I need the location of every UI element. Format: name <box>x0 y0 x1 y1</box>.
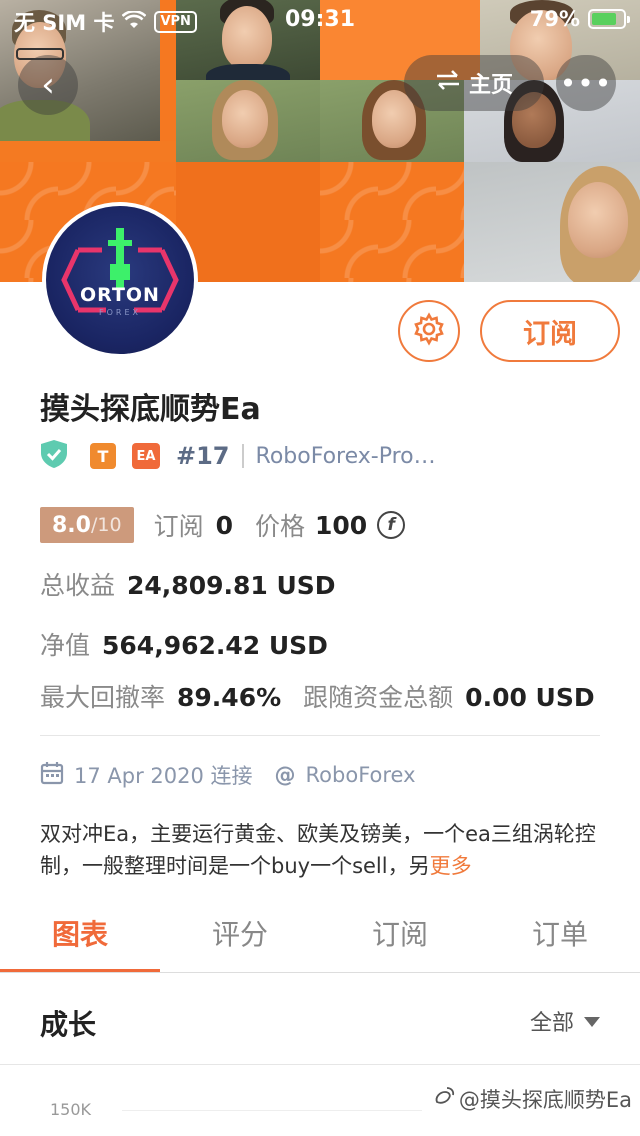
tab-chart[interactable]: 图表 <box>0 895 160 973</box>
strategy-description: 双对冲Ea，主要运行黄金、欧美及镑美，一个ea三组涡轮控制，一般整理时间是一个b… <box>40 818 610 882</box>
divider <box>241 444 244 468</box>
drawdown-row: 最大回撤率 89.46% 跟随资金总额 0.00 USD <box>40 678 595 714</box>
follow-funds-value: 0.00 USD <box>465 683 595 712</box>
tab-orders[interactable]: 订单 <box>480 895 640 973</box>
max-drawdown-label: 最大回撤率 <box>40 683 166 712</box>
broker-server[interactable]: RoboForex-Pro… <box>256 444 436 469</box>
gear-icon <box>412 312 446 350</box>
watermark: @摸头探底顺势Ea <box>433 1084 632 1114</box>
banner-tile <box>320 162 464 282</box>
follow-funds-label: 跟随资金总额 <box>303 683 454 712</box>
at-icon: @ <box>274 763 296 787</box>
watermark-text: @摸头探底顺势Ea <box>458 1088 632 1112</box>
rank-label: #17 <box>176 442 230 470</box>
growth-title: 成长 <box>40 1008 97 1041</box>
more-icon: ••• <box>559 66 613 100</box>
equity-value: 564,962.42 USD <box>102 631 328 660</box>
total-profit-row: 总收益 24,809.81 USD <box>40 566 336 602</box>
tab-subscribe[interactable]: 订阅 <box>320 895 480 973</box>
strategy-avatar: ORTON FOREX <box>42 202 198 358</box>
score-max: /10 <box>90 514 122 536</box>
score-row: 8.0/10 订阅 0 价格 100 f <box>40 505 406 545</box>
equity-row: 净值 564,962.42 USD <box>40 626 328 662</box>
more-options-button[interactable]: ••• <box>556 55 616 111</box>
battery-icon <box>588 9 630 29</box>
coin-icon: f <box>377 511 406 539</box>
settings-button[interactable] <box>398 300 460 362</box>
strategy-badges: T EA #17 RoboForex-Pro… <box>40 438 436 474</box>
more-link[interactable]: 更多 <box>430 854 472 878</box>
battery-percent: 79% <box>529 7 580 31</box>
description-text: 双对冲Ea，主要运行黄金、欧美及镑美，一个ea三组涡轮控制，一般整理时间是一个b… <box>40 822 596 878</box>
weibo-icon <box>433 1086 455 1113</box>
price-value: 100 <box>315 510 368 540</box>
subscribe-count-label: 订阅 <box>153 512 204 541</box>
connected-date: 17 Apr 2020 连接 <box>74 764 253 788</box>
range-filter-dropdown[interactable]: 全部 <box>530 1005 600 1037</box>
growth-section-header: 成长 全部 <box>0 973 640 1065</box>
avatar-brand-sub: FOREX <box>99 308 141 317</box>
swap-icon <box>435 69 461 97</box>
back-button[interactable]: ‹ <box>18 55 78 115</box>
caret-down-icon <box>584 1009 600 1034</box>
range-filter-label: 全部 <box>529 1011 574 1036</box>
meta-broker[interactable]: RoboForex <box>306 763 416 787</box>
chart-gridline <box>122 1110 422 1111</box>
tab-bar: 图表 评分 订阅 订单 <box>0 895 640 973</box>
tab-rating[interactable]: 评分 <box>160 895 320 973</box>
chart-axis-label: 150K <box>50 1100 92 1119</box>
banner-photo-woman-1 <box>176 80 320 162</box>
status-bar: 无 SIM 卡 VPN 09:31 79% <box>0 0 640 40</box>
score-badge: 8.0/10 <box>40 507 134 543</box>
subscribe-count: 0 <box>215 510 233 540</box>
price-label: 价格 <box>254 512 305 541</box>
max-drawdown-value: 89.46% <box>177 683 282 712</box>
divider <box>40 735 600 736</box>
equity-label: 净值 <box>40 631 91 660</box>
strategy-title: 摸头探底顺势Ea <box>40 392 261 427</box>
subscribe-button[interactable]: 订阅 <box>480 300 620 362</box>
ea-badge: EA <box>132 443 160 469</box>
home-label: 主页 <box>468 73 513 98</box>
avatar-brand-name: ORTON <box>80 284 160 306</box>
score-value: 8.0 <box>52 512 91 538</box>
banner-tile <box>176 162 320 282</box>
shield-check-icon <box>40 439 68 473</box>
total-profit-label: 总收益 <box>40 571 116 600</box>
calendar-icon <box>40 761 64 790</box>
home-button[interactable]: 主页 <box>404 55 544 111</box>
meta-row: 17 Apr 2020 连接 @ RoboForex <box>40 760 416 790</box>
chevron-left-icon: ‹ <box>41 65 55 105</box>
total-profit-value: 24,809.81 USD <box>127 571 336 600</box>
banner-photo-woman-blonde <box>464 162 640 282</box>
trader-badge: T <box>90 443 116 469</box>
